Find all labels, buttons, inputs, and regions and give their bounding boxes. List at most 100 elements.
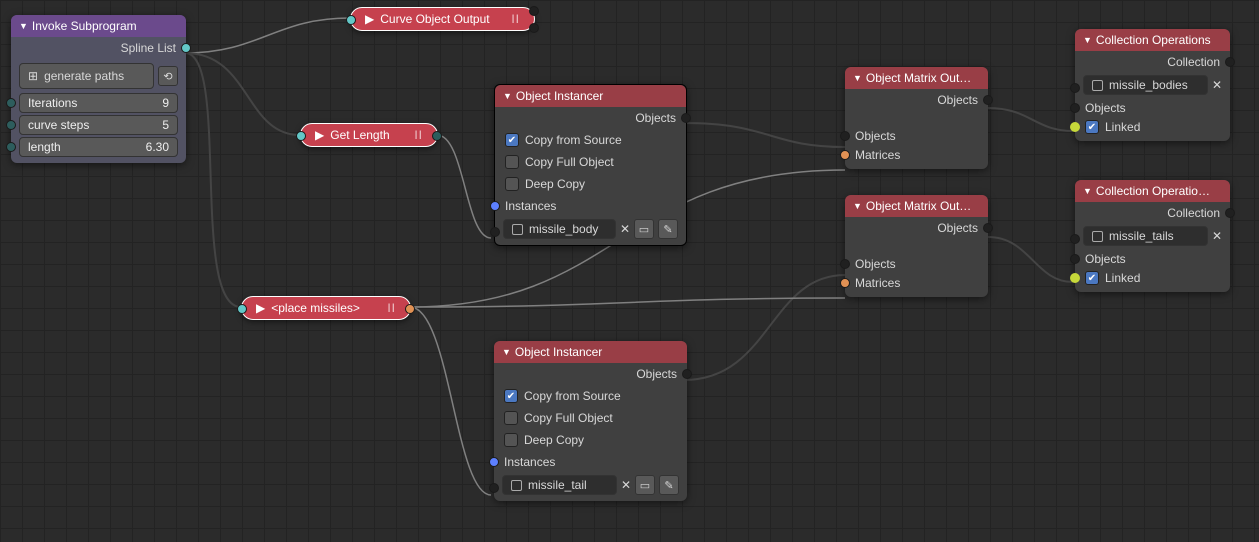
output-row: Spline List	[11, 37, 186, 59]
socket-collection-out[interactable]	[1225, 208, 1235, 218]
socket-linked[interactable]	[1070, 122, 1080, 132]
node-object-matrix-out-1[interactable]: ▼ Object Matrix Out… Objects Objects Mat…	[845, 67, 988, 169]
length-field[interactable]: length 6.30	[19, 137, 178, 157]
checkbox-copy-source[interactable]: ✔	[505, 133, 519, 147]
checkbox-deep-copy[interactable]	[505, 177, 519, 191]
checkbox-deep-copy[interactable]	[504, 433, 518, 447]
socket-out[interactable]	[432, 131, 442, 141]
node-header[interactable]: ▼ Object Matrix Out…	[845, 195, 988, 217]
drag-icon[interactable]: II	[414, 128, 423, 142]
collapse-icon[interactable]: ▼	[1083, 35, 1092, 45]
expand-icon[interactable]: ▶	[315, 128, 324, 142]
socket-output-spline[interactable]	[181, 43, 191, 53]
socket-length[interactable]	[6, 142, 16, 152]
clear-icon[interactable]: ✕	[1212, 229, 1222, 243]
socket-in[interactable]	[346, 15, 356, 25]
socket-iterations[interactable]	[6, 98, 16, 108]
socket-objects-out[interactable]	[983, 223, 993, 233]
socket-linked[interactable]	[1070, 273, 1080, 283]
collapse-icon[interactable]: ▼	[1083, 186, 1092, 196]
node-place-missiles[interactable]: ▶ <place missiles> II	[241, 296, 411, 320]
clear-icon[interactable]: ✕	[1212, 78, 1222, 92]
socket-objects-out[interactable]	[682, 369, 692, 379]
node-get-length[interactable]: ▶ Get Length II	[300, 123, 438, 147]
copy-source-row[interactable]: ✔ Copy from Source	[494, 385, 687, 407]
socket-collection-in[interactable]	[1070, 83, 1080, 93]
checkbox-copy-source[interactable]: ✔	[504, 389, 518, 403]
socket-out[interactable]	[405, 304, 415, 314]
linked-row[interactable]: ✔ Linked	[1075, 270, 1230, 292]
node-object-instancer-1[interactable]: ▼ Object Instancer Objects ✔ Copy from S…	[494, 84, 687, 246]
socket-objects-in[interactable]	[840, 131, 850, 141]
objects-row: Objects	[1075, 97, 1230, 119]
instances-row: Instances	[494, 451, 687, 473]
eyedropper-icon[interactable]: ✎	[659, 475, 679, 495]
socket-matrices[interactable]	[840, 278, 850, 288]
collapse-icon[interactable]: ▼	[502, 347, 511, 357]
collection-field[interactable]: missile_bodies	[1083, 75, 1208, 95]
clear-icon[interactable]: ✕	[620, 222, 630, 236]
node-title: Invoke Subprogram	[32, 19, 137, 33]
socket-curvesteps[interactable]	[6, 120, 16, 130]
node-header[interactable]: ▼ Object Instancer	[494, 341, 687, 363]
node-invoke-subprogram[interactable]: ▼ Invoke Subprogram Spline List ⊞ genera…	[11, 15, 186, 163]
socket-object-in[interactable]	[490, 227, 500, 237]
socket-objects[interactable]	[1070, 103, 1080, 113]
node-header[interactable]: ▼ Object Instancer	[495, 85, 686, 107]
copy-full-row[interactable]: Copy Full Object	[494, 407, 687, 429]
collapse-icon[interactable]: ▼	[853, 73, 862, 83]
collapse-icon[interactable]: ▼	[503, 91, 512, 101]
clear-icon[interactable]: ✕	[621, 478, 631, 492]
checkbox-copy-full[interactable]	[505, 155, 519, 169]
curvesteps-field[interactable]: curve steps 5	[19, 115, 178, 135]
socket-objects[interactable]	[1070, 254, 1080, 264]
checkbox-linked[interactable]: ✔	[1085, 271, 1099, 285]
collapse-icon[interactable]: ▼	[853, 201, 862, 211]
socket-in[interactable]	[237, 304, 247, 314]
node-collection-ops-1[interactable]: ▼ Collection Operations Collection missi…	[1075, 29, 1230, 141]
collapse-icon[interactable]: ▼	[19, 21, 28, 31]
socket-instances[interactable]	[490, 201, 500, 211]
expand-icon[interactable]: ▶	[365, 12, 374, 26]
object-field[interactable]: missile_body	[503, 219, 616, 239]
collection-field[interactable]: missile_tails	[1083, 226, 1208, 246]
generate-paths-button[interactable]: ⊞ generate paths	[19, 63, 154, 89]
eyedropper-icon[interactable]: ✎	[658, 219, 678, 239]
socket-objects-in[interactable]	[840, 259, 850, 269]
copy-full-row[interactable]: Copy Full Object	[495, 151, 686, 173]
collection-icon	[1092, 231, 1103, 242]
socket-matrices[interactable]	[840, 150, 850, 160]
socket-collection-out[interactable]	[1225, 57, 1235, 67]
socket-in[interactable]	[296, 131, 306, 141]
socket-out-top[interactable]	[529, 6, 539, 16]
output-row: Objects	[494, 363, 687, 385]
node-object-matrix-out-2[interactable]: ▼ Object Matrix Out… Objects Objects Mat…	[845, 195, 988, 297]
display-icon[interactable]: ▭	[634, 219, 654, 239]
copy-source-row[interactable]: ✔ Copy from Source	[495, 129, 686, 151]
socket-object-in[interactable]	[489, 483, 499, 493]
display-icon[interactable]: ▭	[635, 475, 655, 495]
object-field[interactable]: missile_tail	[502, 475, 617, 495]
node-header[interactable]: ▼ Collection Operatio…	[1075, 180, 1230, 202]
checkbox-linked[interactable]: ✔	[1085, 120, 1099, 134]
deep-copy-row[interactable]: Deep Copy	[495, 173, 686, 195]
deep-copy-row[interactable]: Deep Copy	[494, 429, 687, 451]
iterations-field[interactable]: Iterations 9	[19, 93, 178, 113]
checkbox-copy-full[interactable]	[504, 411, 518, 425]
node-header[interactable]: ▼ Object Matrix Out…	[845, 67, 988, 89]
node-header[interactable]: ▼ Collection Operations	[1075, 29, 1230, 51]
node-curve-object-output[interactable]: ▶ Curve Object Output II	[350, 7, 535, 31]
socket-objects-out[interactable]	[681, 113, 691, 123]
expand-icon[interactable]: ▶	[256, 301, 265, 315]
linked-row[interactable]: ✔ Linked	[1075, 119, 1230, 141]
socket-out-bot[interactable]	[529, 23, 539, 33]
node-object-instancer-2[interactable]: ▼ Object Instancer Objects ✔ Copy from S…	[494, 341, 687, 501]
node-header[interactable]: ▼ Invoke Subprogram	[11, 15, 186, 37]
node-collection-ops-2[interactable]: ▼ Collection Operatio… Collection missil…	[1075, 180, 1230, 292]
drag-icon[interactable]: II	[387, 301, 396, 315]
socket-objects-out[interactable]	[983, 95, 993, 105]
socket-instances[interactable]	[489, 457, 499, 467]
link-button[interactable]: ⟲	[158, 66, 178, 86]
drag-icon[interactable]: II	[511, 12, 520, 26]
socket-collection-in[interactable]	[1070, 234, 1080, 244]
